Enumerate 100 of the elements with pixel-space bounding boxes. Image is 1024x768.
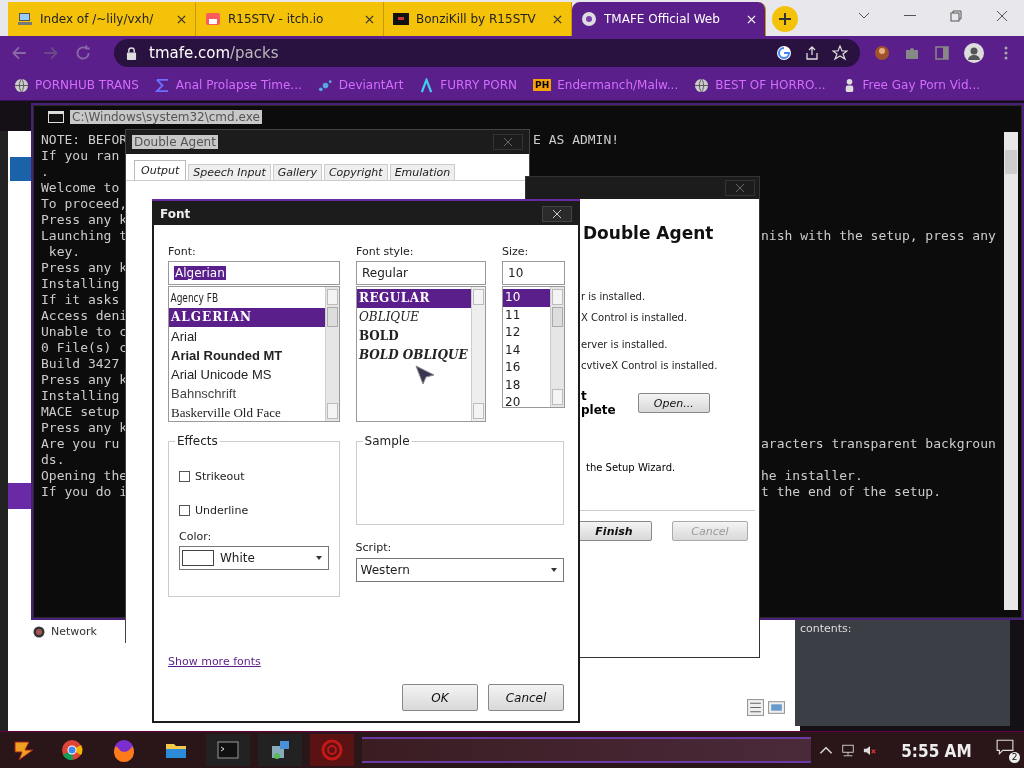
tab[interactable]: Copyright [323, 164, 388, 180]
scrollbar[interactable] [1004, 132, 1018, 610]
close-button[interactable] [542, 206, 572, 222]
bookmark[interactable]: Anal Prolapse Time... [154, 77, 302, 93]
console-text: Installing [41, 276, 120, 291]
minimize-icon[interactable] [904, 15, 916, 17]
profile-icon[interactable] [964, 43, 984, 63]
group-label: Sample [362, 434, 412, 448]
avatar-icon[interactable] [874, 45, 890, 61]
network-icon[interactable] [841, 743, 856, 757]
console-icon[interactable] [206, 734, 250, 766]
wizard-text: the Setup Wizard. [586, 462, 676, 473]
field-label: Script: [355, 541, 393, 554]
bookmark[interactable]: FURRY PORN [419, 77, 518, 93]
star-icon[interactable] [832, 45, 848, 61]
tab[interactable]: Gallery [272, 164, 322, 180]
list-item[interactable]: OBLIQUE [357, 308, 471, 327]
list-item[interactable]: REGULAR [357, 289, 471, 308]
nav-item[interactable]: Network [51, 625, 97, 638]
preview-icon[interactable] [768, 699, 785, 716]
browser-tab[interactable]: BonziKill by R15STV [384, 2, 572, 36]
window-title: Font [160, 207, 191, 221]
tab[interactable]: Emulation [389, 164, 456, 180]
console-text: If you ran [41, 148, 120, 163]
google-icon[interactable] [776, 45, 792, 61]
style-list[interactable]: REGULAR OBLIQUE BOLD BOLD OBLIQUE [356, 286, 486, 422]
puzzle-icon[interactable] [904, 45, 920, 61]
list-item[interactable]: Bahnschrift [169, 384, 325, 403]
list-item[interactable]: Baskerville Old Face [169, 403, 325, 421]
style-field[interactable]: Regular [356, 261, 486, 285]
close-icon[interactable] [553, 14, 562, 24]
list-item[interactable]: 16 [503, 359, 550, 377]
bookmark[interactable]: PORNHUB TRANS [14, 77, 139, 93]
console-text: To proceed, [41, 196, 128, 211]
caret-icon[interactable] [858, 12, 870, 20]
browser-tab[interactable]: Index of /~lily/vxh/ [8, 2, 196, 36]
status-text: erver is installed. [581, 339, 668, 350]
list-item[interactable]: 14 [503, 341, 550, 359]
tab[interactable]: Output [134, 160, 187, 180]
bookmark[interactable]: DeviantArt [317, 77, 404, 93]
console-text: Build 3427 [41, 356, 120, 371]
list-item[interactable]: BOLD OBLIQUE [357, 346, 471, 365]
list-item[interactable]: 10 [503, 289, 550, 307]
clock-text[interactable]: 5:55 AM [892, 739, 981, 761]
list-item[interactable]: 20 [503, 394, 550, 407]
dark-square-icon [393, 11, 409, 27]
color-dropdown[interactable]: White [179, 546, 329, 570]
console-text: MACE setup [41, 404, 120, 419]
list-item[interactable]: ALGERIAN [169, 308, 325, 327]
list-item[interactable]: Arial Rounded MT [169, 346, 325, 365]
field-label: Font style: [356, 245, 415, 258]
details-view-icon[interactable] [747, 699, 764, 716]
list-item[interactable]: 18 [503, 376, 550, 394]
bookmark[interactable]: PH Endermanch/Malw... [533, 78, 679, 92]
checkbox[interactable] [179, 470, 190, 482]
open-button[interactable]: Open... [637, 393, 710, 413]
tab[interactable]: Speech Input [188, 164, 271, 180]
list-item[interactable]: 12 [503, 324, 550, 342]
show-more-fonts-link[interactable]: Show more fonts [168, 655, 261, 668]
new-tab-button[interactable] [772, 6, 798, 32]
console-text: he installer. [761, 468, 863, 484]
size-field[interactable]: 10 [502, 261, 565, 285]
script-dropdown[interactable]: Western [355, 558, 564, 582]
list-item[interactable]: Arial [169, 327, 325, 346]
status-text: X Control is installed. [581, 312, 688, 323]
share-icon[interactable] [804, 45, 820, 61]
close-icon[interactable] [365, 14, 374, 24]
address-bar[interactable]: tmafe.com/packs [114, 39, 860, 67]
console-text: Welcome to [41, 180, 120, 195]
installer-icon[interactable] [258, 734, 302, 766]
console-text: . [41, 164, 49, 179]
browser-tab[interactable]: R15STV - itch.io [196, 2, 384, 36]
list-item[interactable]: Arial Unicode MS [169, 365, 325, 384]
console-text: key. [47, 244, 81, 259]
scrollbar[interactable] [325, 287, 339, 421]
bookmark[interactable]: Free Gay Porn Vid... [841, 77, 980, 93]
font-list[interactable]: Agency FB ALGERIAN Arial Arial Rounded MT Arial Unicode MS Bahnschrift Baskerville Old Face [168, 286, 340, 422]
list-item[interactable]: 11 [503, 306, 550, 324]
scrollbar[interactable] [471, 287, 485, 421]
console-text: Access deni [41, 308, 128, 323]
browser-tab[interactable]: TMAFE Official Web [572, 2, 766, 36]
restore-icon[interactable] [950, 10, 962, 22]
console-text: t the end of the setup. [761, 484, 941, 500]
console-text: E AS ADMIN! [533, 132, 620, 148]
chevron-icon [154, 77, 170, 93]
checkbox[interactable] [179, 504, 190, 516]
dialog-button[interactable]: Cancel [488, 684, 564, 711]
side-panel-icon[interactable] [934, 45, 950, 61]
size-list[interactable]: 10 11 12 14 16 18 20 [502, 286, 565, 408]
list-item[interactable]: Agency FB [169, 289, 286, 308]
close-icon[interactable] [177, 14, 186, 24]
font-field[interactable]: Algerian [168, 261, 340, 285]
lambda-icon [419, 77, 435, 93]
list-item[interactable]: BOLD [357, 327, 471, 346]
field-label: Size: [502, 245, 530, 258]
dialog-button[interactable]: OK [402, 684, 478, 711]
scrollbar[interactable] [550, 287, 564, 407]
close-icon[interactable] [996, 10, 1008, 22]
checkbox-label: Underline [195, 503, 249, 517]
bookmark[interactable]: BEST OF HORRO... [694, 77, 826, 93]
